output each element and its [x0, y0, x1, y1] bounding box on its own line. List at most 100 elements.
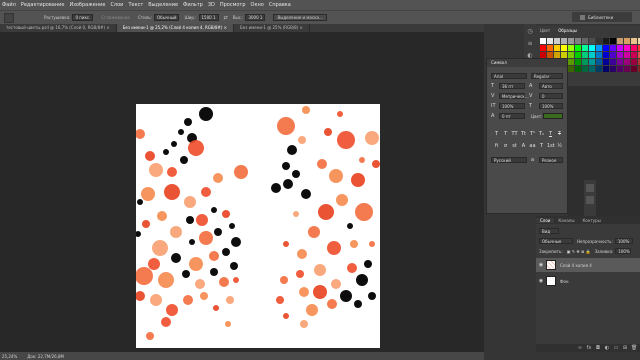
ligature-icon[interactable]: fi — [493, 143, 500, 150]
link-icon[interactable]: ∞ — [577, 345, 583, 351]
tracking-input[interactable]: 0 — [539, 93, 563, 99]
color-swatch[interactable] — [624, 52, 630, 58]
document-tab[interactable]: Без имени-1 @ 25,2% (Слой 4 копия 4, RGB… — [116, 24, 235, 32]
all-caps-icon[interactable]: TT — [511, 131, 518, 138]
color-swatch[interactable] — [582, 45, 588, 51]
language-select[interactable]: Русский — [491, 157, 527, 163]
color-swatch[interactable] — [596, 59, 602, 65]
color-swatch[interactable] — [631, 59, 637, 65]
menu-item[interactable]: Слои — [110, 2, 123, 8]
layer-row-2[interactable]: ◉ Фон — [536, 274, 640, 288]
color-swatch[interactable] — [596, 45, 602, 51]
layer-name[interactable]: Слой 4 копия 4 — [560, 263, 592, 268]
faux-italic-icon[interactable]: T — [502, 131, 509, 138]
libraries-button[interactable]: Библиотеки — [572, 12, 632, 22]
feather-input[interactable]: 0 пикс. — [72, 14, 94, 21]
color-swatch[interactable] — [617, 45, 623, 51]
menu-item[interactable]: Изображение — [69, 2, 105, 8]
color-swatch[interactable] — [568, 38, 574, 44]
zoom-readout[interactable]: 25,24% — [2, 354, 17, 359]
color-swatch[interactable] — [596, 66, 602, 72]
color-swatch[interactable] — [547, 38, 553, 44]
color-swatch[interactable] — [610, 66, 616, 72]
color-swatch[interactable] — [575, 59, 581, 65]
color-swatch[interactable] — [582, 38, 588, 44]
color-swatch[interactable] — [603, 59, 609, 65]
menu-item[interactable]: Справка — [269, 2, 291, 8]
history-icon[interactable]: ◷ — [526, 28, 534, 36]
menu-item[interactable]: 3D — [208, 2, 215, 8]
color-swatch[interactable] — [631, 38, 637, 44]
properties-icon[interactable]: ≡ — [526, 40, 534, 48]
color-swatch[interactable] — [603, 52, 609, 58]
antialias-select[interactable]: Резкое — [539, 157, 563, 163]
color-swatch[interactable] — [589, 38, 595, 44]
color-swatch[interactable] — [617, 52, 623, 58]
discretionary-icon[interactable]: σ — [502, 143, 509, 150]
layer-name[interactable]: Фон — [560, 279, 569, 284]
color-swatch[interactable] — [624, 59, 630, 65]
fraction-icon[interactable]: 1st — [547, 143, 555, 150]
menu-item[interactable]: Текст — [128, 2, 143, 8]
tab-paths[interactable]: Контуры — [578, 218, 604, 223]
color-swatch[interactable] — [603, 66, 609, 72]
menu-item[interactable]: Файл — [2, 2, 16, 8]
superscript-icon[interactable]: T¹ — [529, 131, 536, 138]
color-swatch[interactable] — [603, 45, 609, 51]
vscale-input[interactable]: 100% — [499, 103, 525, 109]
color-swatch[interactable] — [624, 38, 630, 44]
half-icon[interactable]: ½ — [556, 143, 563, 150]
color-swatch[interactable] — [589, 66, 595, 72]
color-swatch[interactable] — [631, 52, 637, 58]
document-tab[interactable]: тестовый-цветы.psd @ 16,7% (Слой 0, RGB/… — [0, 24, 117, 32]
color-swatch[interactable] — [540, 45, 546, 51]
antialias-checkbox[interactable]: Сглаживание — [101, 15, 130, 20]
color-swatch[interactable] — [617, 59, 623, 65]
kerning-select[interactable]: Метрическ... — [499, 93, 529, 99]
new-layer-icon[interactable]: ⊞ — [622, 345, 628, 351]
style-select[interactable]: Обычный — [153, 14, 180, 21]
adjustment-icon[interactable]: ◐ — [604, 345, 610, 351]
color-swatch[interactable] — [596, 52, 602, 58]
height-input[interactable]: 3000 1 — [245, 14, 266, 21]
font-family-select[interactable]: Arial — [491, 73, 527, 79]
menu-item[interactable]: Просмотр — [220, 2, 246, 8]
titling-icon[interactable]: aa — [529, 143, 536, 150]
swap-icon[interactable]: ⇄ — [224, 15, 228, 21]
tab-swatches[interactable]: Образцы — [554, 28, 581, 33]
mask-icon[interactable]: ◘ — [595, 345, 601, 351]
underline-icon[interactable]: T — [547, 131, 554, 138]
color-swatch[interactable] — [624, 45, 630, 51]
trash-icon[interactable]: 🗑 — [631, 345, 637, 351]
color-swatch[interactable] — [589, 52, 595, 58]
font-style-select[interactable]: Regular — [531, 73, 563, 79]
tab-color[interactable]: Цвет — [536, 28, 554, 33]
color-swatch[interactable] — [610, 52, 616, 58]
color-swatch[interactable] — [547, 45, 553, 51]
menu-item[interactable]: Окно — [251, 2, 264, 8]
color-swatch[interactable] — [624, 66, 630, 72]
layer-filter-select[interactable]: Вид — [539, 228, 559, 234]
layer-row-1[interactable]: ◉ Слой 4 копия 4 — [536, 258, 640, 272]
color-swatch[interactable] — [568, 59, 574, 65]
color-swatch[interactable] — [575, 38, 581, 44]
menu-item[interactable]: Выделение — [148, 2, 178, 8]
color-swatch[interactable] — [631, 66, 637, 72]
tab-layers[interactable]: Слои — [536, 217, 555, 223]
faux-bold-icon[interactable]: T — [493, 131, 500, 138]
color-swatch[interactable] — [554, 45, 560, 51]
small-caps-icon[interactable]: Tt — [520, 131, 527, 138]
color-swatch[interactable] — [589, 59, 595, 65]
color-swatch[interactable] — [582, 66, 588, 72]
baseline-input[interactable]: 0 пт — [499, 113, 525, 119]
visibility-eye-icon[interactable]: ◉ — [536, 278, 546, 284]
color-swatch[interactable] — [603, 38, 609, 44]
fx-icon[interactable]: fx — [586, 345, 592, 351]
opacity-input[interactable]: 100% — [614, 238, 633, 244]
color-swatch[interactable] — [561, 45, 567, 51]
stylistic-icon[interactable]: A — [520, 143, 527, 150]
color-swatch[interactable] — [554, 38, 560, 44]
info-icon[interactable] — [586, 184, 594, 192]
color-swatch[interactable] — [568, 45, 574, 51]
ordinal-icon[interactable]: T — [538, 143, 545, 150]
